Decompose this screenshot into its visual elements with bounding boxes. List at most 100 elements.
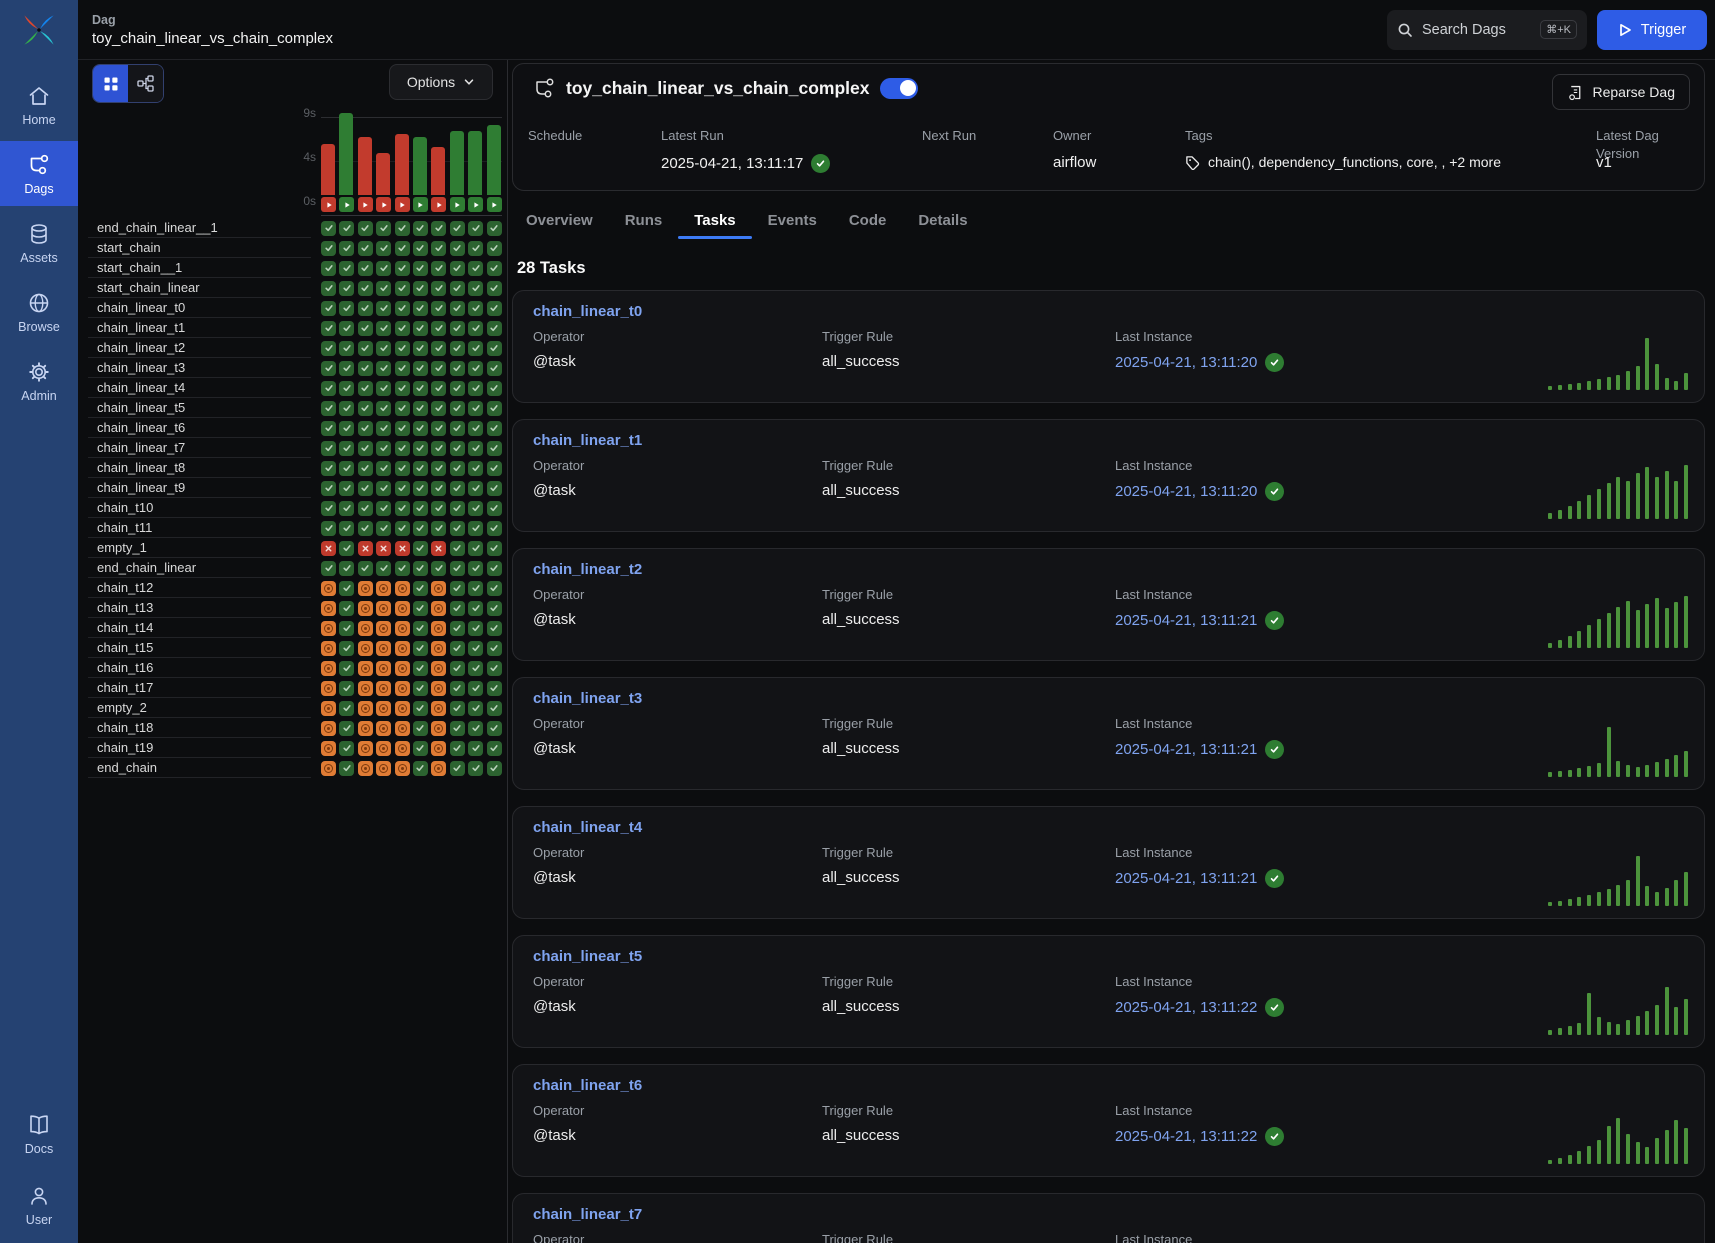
sparkline-bar[interactable]	[1665, 987, 1669, 1035]
task-instance-square-success[interactable]	[395, 501, 410, 516]
sparkline-bar[interactable]	[1558, 385, 1562, 390]
sparkline-bar[interactable]	[1626, 1020, 1630, 1035]
sparkline-bar[interactable]	[1568, 384, 1572, 390]
task-instance-square-success[interactable]	[487, 661, 502, 676]
sidebar-item-browse[interactable]: Browse	[0, 279, 78, 344]
task-instance-square-success[interactable]	[450, 261, 465, 276]
task-instance-square-success[interactable]	[358, 501, 373, 516]
sparkline-bar[interactable]	[1636, 767, 1640, 777]
task-instance-square-success[interactable]	[395, 261, 410, 276]
task-instance-square-success[interactable]	[376, 241, 391, 256]
task-instance-square-success[interactable]	[450, 221, 465, 236]
task-instance-square-success[interactable]	[413, 301, 428, 316]
dag-run-square-failed[interactable]	[395, 197, 410, 212]
sparkline-bar[interactable]	[1684, 465, 1688, 519]
sidebar-item-admin[interactable]: Admin	[0, 348, 78, 413]
sparkline-bar[interactable]	[1577, 501, 1581, 519]
task-instance-square-success[interactable]	[431, 401, 446, 416]
task-instance-square-upstream_failed[interactable]	[376, 581, 391, 596]
task-instance-square-success[interactable]	[395, 481, 410, 496]
run-duration-bar[interactable]	[339, 113, 353, 195]
sparkline-bar[interactable]	[1607, 1022, 1611, 1035]
graph-view-button[interactable]	[128, 65, 163, 102]
task-link[interactable]: chain_linear_t7	[533, 1206, 642, 1223]
task-instance-square-success[interactable]	[413, 541, 428, 556]
sparkline-bar[interactable]	[1568, 899, 1572, 906]
sparkline-bar[interactable]	[1587, 495, 1591, 519]
task-instance-square-success[interactable]	[487, 401, 502, 416]
dag-run-square-success[interactable]	[413, 197, 428, 212]
task-instance-square-upstream_failed[interactable]	[376, 641, 391, 656]
task-instance-square-success[interactable]	[487, 581, 502, 596]
task-instance-square-success[interactable]	[450, 281, 465, 296]
task-instance-square-success[interactable]	[321, 361, 336, 376]
task-instance-square-failed[interactable]	[376, 541, 391, 556]
task-instance-square-success[interactable]	[395, 401, 410, 416]
sparkline-bar[interactable]	[1577, 768, 1581, 777]
task-instance-square-success[interactable]	[321, 281, 336, 296]
task-instance-square-upstream_failed[interactable]	[431, 721, 446, 736]
sparkline-bar[interactable]	[1577, 383, 1581, 390]
task-instance-square-success[interactable]	[395, 521, 410, 536]
grid-view-button[interactable]	[93, 65, 128, 102]
run-duration-bar[interactable]	[358, 137, 372, 195]
sparkline-bar[interactable]	[1558, 1158, 1562, 1164]
task-instance-square-success[interactable]	[358, 301, 373, 316]
task-instance-square-success[interactable]	[487, 601, 502, 616]
task-instance-square-success[interactable]	[376, 401, 391, 416]
sparkline-bar[interactable]	[1674, 481, 1678, 519]
sparkline-bar[interactable]	[1645, 467, 1649, 519]
sparkline-bar[interactable]	[1645, 338, 1649, 390]
task-instance-square-success[interactable]	[339, 341, 354, 356]
sparkline-bar[interactable]	[1645, 604, 1649, 648]
task-instance-square-upstream_failed[interactable]	[358, 721, 373, 736]
task-name-label[interactable]: chain_linear_t7	[97, 440, 185, 455]
task-instance-square-success[interactable]	[339, 701, 354, 716]
task-instance-square-success[interactable]	[487, 481, 502, 496]
task-instance-square-success[interactable]	[339, 541, 354, 556]
task-instance-square-success[interactable]	[339, 301, 354, 316]
task-link[interactable]: chain_linear_t0	[533, 303, 642, 320]
task-instance-square-success[interactable]	[431, 241, 446, 256]
sparkline-bar[interactable]	[1607, 889, 1611, 906]
sparkline-bar[interactable]	[1636, 1016, 1640, 1035]
task-instance-square-success[interactable]	[487, 701, 502, 716]
task-instance-square-success[interactable]	[487, 321, 502, 336]
task-instance-square-success[interactable]	[321, 381, 336, 396]
sparkline-bar[interactable]	[1636, 473, 1640, 519]
task-instance-square-success[interactable]	[431, 521, 446, 536]
task-instance-square-upstream_failed[interactable]	[431, 601, 446, 616]
sidebar-item-dags[interactable]: Dags	[0, 141, 78, 206]
task-instance-square-success[interactable]	[468, 601, 483, 616]
task-instance-square-success[interactable]	[413, 321, 428, 336]
task-name-label[interactable]: chain_linear_t6	[97, 420, 185, 435]
task-name-label[interactable]: chain_linear_t3	[97, 360, 185, 375]
sparkline-bar[interactable]	[1616, 607, 1620, 648]
task-instance-square-success[interactable]	[468, 421, 483, 436]
task-instance-square-success[interactable]	[468, 461, 483, 476]
task-instance-square-success[interactable]	[321, 261, 336, 276]
task-instance-square-upstream_failed[interactable]	[376, 661, 391, 676]
sparkline-bar[interactable]	[1597, 619, 1601, 648]
sparkline-bar[interactable]	[1674, 755, 1678, 777]
sparkline-bar[interactable]	[1548, 1160, 1552, 1164]
task-instance-square-upstream_failed[interactable]	[321, 721, 336, 736]
task-instance-square-success[interactable]	[487, 761, 502, 776]
task-instance-square-success[interactable]	[487, 261, 502, 276]
run-duration-bar[interactable]	[450, 131, 464, 195]
task-instance-square-success[interactable]	[450, 661, 465, 676]
task-instance-square-success[interactable]	[376, 381, 391, 396]
task-instance-square-success[interactable]	[468, 581, 483, 596]
task-instance-square-success[interactable]	[468, 521, 483, 536]
task-instance-square-success[interactable]	[413, 661, 428, 676]
sparkline-bar[interactable]	[1684, 751, 1688, 777]
task-instance-square-upstream_failed[interactable]	[321, 741, 336, 756]
task-instance-square-upstream_failed[interactable]	[321, 761, 336, 776]
task-instance-square-success[interactable]	[358, 561, 373, 576]
sparkline-bar[interactable]	[1655, 477, 1659, 519]
run-duration-bar[interactable]	[431, 147, 445, 195]
task-instance-square-success[interactable]	[339, 421, 354, 436]
task-instance-square-success[interactable]	[450, 521, 465, 536]
task-instance-square-success[interactable]	[450, 761, 465, 776]
task-instance-square-success[interactable]	[431, 421, 446, 436]
